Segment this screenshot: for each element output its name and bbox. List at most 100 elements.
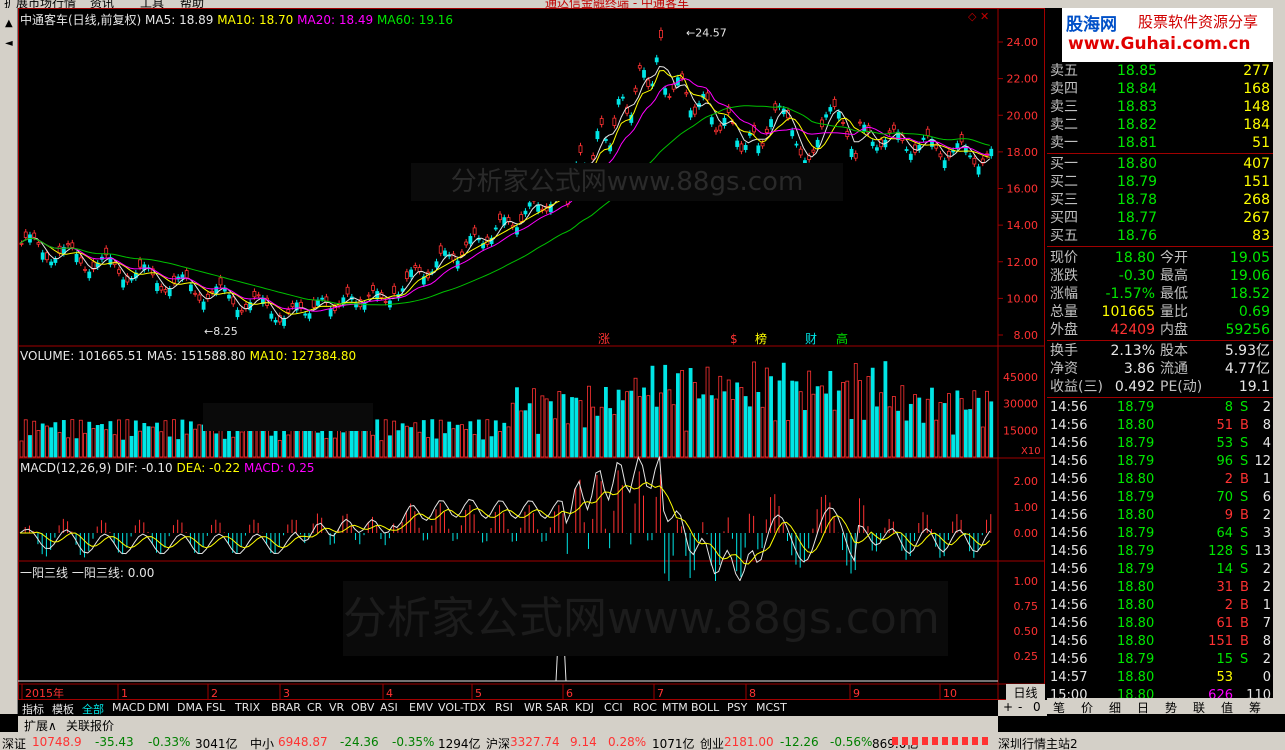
- candle-body: [201, 301, 206, 310]
- volume-bar: [36, 430, 41, 458]
- price-header: 中通客车(日线,前复权) MA5: 18.89 MA10: 18.70 MA20…: [20, 11, 453, 28]
- price-tick-label: 16.00: [1007, 183, 1039, 196]
- yiyang-value: 一阳三线: 0.00: [71, 566, 155, 580]
- panel-tab-4[interactable]: 势: [1165, 699, 1177, 714]
- menu-item-news[interactable]: 资讯: [90, 0, 114, 8]
- indicator-tab-全部[interactable]: 全部: [82, 701, 104, 717]
- tick-volume: 9: [1224, 508, 1233, 523]
- indicator-tab-trix[interactable]: TRIX: [235, 701, 260, 714]
- fund-value: 4.77亿: [1224, 361, 1270, 377]
- volume-bar: [506, 426, 511, 458]
- panel-tab-3[interactable]: 日: [1137, 699, 1149, 714]
- volume-bar: [879, 392, 884, 458]
- server-label[interactable]: 深圳行情主站2: [998, 735, 1078, 750]
- period-selector[interactable]: 日线: [1006, 684, 1045, 700]
- volume-bar: [904, 420, 909, 458]
- indicator-tab-cr[interactable]: CR: [307, 701, 322, 714]
- tick-count: 13: [1254, 544, 1271, 559]
- kline-chart-area[interactable]: 24.00 22.00 20.00 18.00 16.00 14.00 12.00 10.00…: [18, 8, 1045, 700]
- time-tick-label: 8: [749, 687, 756, 700]
- zoom-out-button[interactable]: -: [1018, 700, 1022, 714]
- volume-tick-label: 45000: [1003, 371, 1038, 384]
- volume-bar: [908, 403, 913, 458]
- volume-bar: [934, 419, 939, 458]
- volume-bar: [28, 435, 32, 458]
- indicator-tab-mtm[interactable]: MTM: [662, 701, 688, 714]
- candle-body: [193, 292, 198, 295]
- indicator-tab-emv[interactable]: EMV: [409, 701, 433, 714]
- volume-bar: [269, 435, 274, 458]
- volume-bar: [769, 376, 773, 458]
- panel-tab-2[interactable]: 细: [1109, 699, 1121, 714]
- indicator-tab-vol-tdx[interactable]: VOL-TDX: [438, 701, 486, 714]
- bid-level-label: 买五: [1050, 228, 1078, 244]
- indicator-tab-cci[interactable]: CCI: [604, 701, 623, 714]
- zoom-reset-button[interactable]: 0: [1033, 700, 1041, 714]
- fund-row: 收益(三) 0.492 PE(动) 19.1: [1047, 378, 1273, 396]
- candle-body: [760, 142, 765, 147]
- volume-bar: [464, 429, 469, 458]
- indicator-tab-dmi[interactable]: DMI: [148, 701, 169, 714]
- tick-price: 18.80: [1117, 598, 1155, 613]
- indicator-tab-mcst[interactable]: MCST: [756, 701, 787, 714]
- candle-body: [303, 313, 308, 316]
- candle-body: [227, 294, 231, 299]
- candle-body: [612, 117, 617, 126]
- volume-bar: [172, 419, 176, 458]
- menu-item-tools[interactable]: 工具: [140, 0, 164, 8]
- watermark-block: [203, 403, 373, 431]
- volume-bar: [510, 402, 515, 458]
- panel-tab-5[interactable]: 联: [1193, 699, 1205, 714]
- volume-bar: [722, 391, 727, 458]
- fund-label: 换手: [1050, 343, 1078, 359]
- indicator-tab-dma[interactable]: DMA: [177, 701, 203, 714]
- ask-level-label: 卖三: [1050, 99, 1078, 115]
- candle-body: [764, 128, 769, 133]
- menu-item-market[interactable]: 扩展市场行情: [4, 0, 76, 8]
- indicator-tab-boll[interactable]: BOLL: [691, 701, 719, 714]
- collapse-icon[interactable]: ◄: [5, 38, 13, 49]
- indicator-tab-rsi[interactable]: RSI: [495, 701, 513, 714]
- indicator-tab-指标[interactable]: 指标: [22, 701, 44, 717]
- volume-bar: [616, 389, 621, 458]
- panel-tab-0[interactable]: 笔: [1053, 699, 1065, 714]
- candle-body: [138, 259, 142, 268]
- menu-item-help[interactable]: 帮助: [180, 0, 204, 8]
- indicator-tab-模板[interactable]: 模板: [52, 701, 74, 717]
- candle-body: [498, 213, 502, 221]
- quote-panel-scrollbar[interactable]: [1273, 8, 1285, 714]
- indicator-tab-vr[interactable]: VR: [329, 701, 344, 714]
- tick-count: 2: [1262, 562, 1271, 577]
- indicator-tab-sar[interactable]: SAR: [546, 701, 568, 714]
- ask-volume: 51: [1252, 135, 1270, 151]
- indicator-tab-obv[interactable]: OBV: [351, 701, 374, 714]
- indicator-tab-kdj[interactable]: KDJ: [575, 701, 594, 714]
- candle-body: [659, 30, 663, 39]
- panel-tab-7[interactable]: 筹: [1249, 699, 1261, 714]
- tick-row: 14:56 18.80 2 B 1: [1047, 597, 1273, 615]
- indicator-tab-macd[interactable]: MACD: [112, 701, 145, 714]
- volume-bar: [286, 434, 291, 458]
- indicator-tab-roc[interactable]: ROC: [633, 701, 657, 714]
- indicator-tab-wr[interactable]: WR: [524, 701, 543, 714]
- quote-value: -1.57%: [1105, 286, 1155, 302]
- macd-header: MACD(12,26,9) DIF: -0.10 DEA: -0.22 MACD…: [20, 461, 315, 475]
- scroll-up-arrow-icon[interactable]: ▲: [5, 18, 13, 29]
- volume-bar: [570, 397, 574, 458]
- price-tick-label: 18.00: [1007, 146, 1039, 159]
- zoom-in-button[interactable]: +: [1003, 700, 1013, 714]
- chart-window-buttons[interactable]: ◇ ✕: [968, 10, 989, 23]
- indicator-tab-psy[interactable]: PSY: [727, 701, 747, 714]
- candle-body: [117, 269, 121, 274]
- panel-tab-1[interactable]: 价: [1081, 699, 1093, 714]
- indicator-tab-asi[interactable]: ASI: [380, 701, 398, 714]
- candle-body: [493, 227, 498, 230]
- panel-tab-6[interactable]: 值: [1221, 699, 1233, 714]
- volume-bar: [578, 400, 583, 458]
- candle-body: [718, 125, 723, 131]
- volume-bar: [277, 439, 282, 458]
- tick-price: 18.80: [1117, 634, 1155, 649]
- indicator-tab-brar[interactable]: BRAR: [271, 701, 301, 714]
- indicator-tab-fsl[interactable]: FSL: [206, 701, 225, 714]
- volume-bar: [409, 427, 414, 458]
